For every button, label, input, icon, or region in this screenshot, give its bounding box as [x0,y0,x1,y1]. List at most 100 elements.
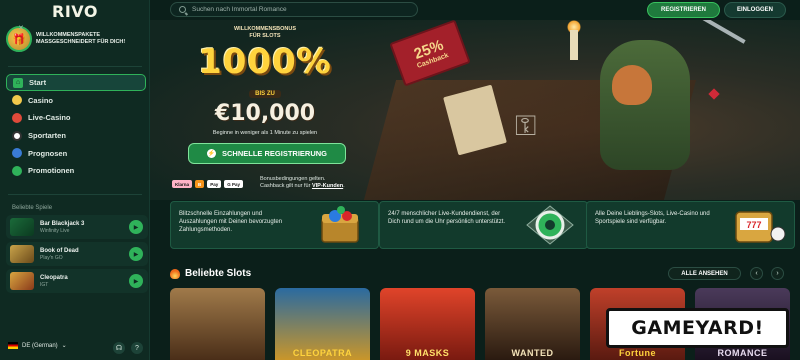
cashback-book: 25% Cashback [389,20,471,87]
gameyard-watermark: GAMEYARD! [606,308,789,348]
keys-icon: ⚿ [515,110,537,141]
bonus-subtitle-line-1: WILLKOMMENSBONUS [233,26,297,32]
predictions-icon [12,148,22,159]
help-icon[interactable]: ? [131,342,143,354]
apple-pay-logo: Pay [207,180,222,188]
sidebar-item-label: Prognosen [28,148,68,158]
sidebar-footer-icons: ☊ ? [113,342,143,354]
terms-text: Cashback gilt nur für [260,183,311,189]
slot-card[interactable] [170,288,265,360]
bonus-subtitle-line-2: FÜR SLOTS [249,33,281,39]
sidebar-item-label: Promotionen [28,166,75,176]
game-provider: Play'n GO [40,254,63,261]
quick-register-button[interactable]: ⚡ SCHNELLE REGISTRIERUNG [188,143,346,164]
bitcoin-logo: B [195,180,205,188]
welcome-text: WILLKOMMENSPAKETE MASSGESCHNEIDERT FÜR D… [36,32,125,46]
close-icon[interactable]: ✕ [18,24,24,32]
popular-games-title: Beliebte Spiele [12,205,53,211]
sidebar-item-label: Live-Casino [28,113,71,123]
page: RIVO ✕ 🎁 WILLKOMMENSPAKETE MASSGESCHNEID… [0,0,800,360]
play-icon[interactable]: ▶ [129,247,143,261]
divider [8,194,142,195]
play-icon[interactable]: ▶ [129,220,143,234]
bonus-note: Beginne in weniger als 1 Minute zu spiel… [212,130,318,136]
info-card-games: Alle Deine Lieblings-Slots, Live-Casino … [586,201,795,249]
klarna-logo: Klarna [172,180,193,188]
terms-end: . [343,183,345,189]
sidebar-item-label: Sportarten [28,131,66,141]
bonus-terms: Bonusbedingungen gelten. Cashback gilt n… [260,176,345,190]
live-casino-icon [12,112,22,123]
popular-slots-title: Beliebte Slots [170,268,251,279]
promotions-icon [12,165,22,176]
lifebuoy-icon [526,205,574,245]
hero-banner[interactable]: 25% Cashback ⚿ WILLKOMMENSBONUS FÜR SLOT… [150,20,800,200]
info-card-payments: Blitzschnelle Einzahlungen und Auszahlun… [170,201,379,249]
headset-icon[interactable]: ☊ [113,342,125,354]
sidebar-nav: ⌂ Start Casino Live-Casino Sportarten Pr… [6,74,146,180]
game-provider: IGT [40,281,49,288]
slot-card[interactable]: WANTED [485,288,580,360]
sidebar-item-label: Start [29,78,47,87]
sports-icon [12,130,22,141]
bonus-amount: €10,000 [214,101,316,126]
home-icon: ⌂ [13,77,23,88]
treasure-chest-icon [321,206,359,243]
list-item[interactable]: Cleopatra IGT ▶ [6,269,148,293]
welcome-bonus: WILLKOMMENSBONUS FÜR SLOTS 1000% BIS ZU … [180,26,350,136]
slot-title: Fortune [619,348,656,358]
see-all-button[interactable]: ALLE ANSEHEN [668,267,741,280]
next-arrow-icon[interactable]: › [771,267,784,280]
sidebar-item-start[interactable]: ⌂ Start [6,74,146,91]
search-bar[interactable] [170,2,418,17]
info-card-text: Alle Deine Lieblings-Slots, Live-Casino … [595,211,710,225]
slot-card[interactable]: 9 MASKS [380,288,475,360]
candle-art [570,30,578,60]
slot-title: 9 MASKS [405,348,450,358]
list-item[interactable]: Book of Dead Play'n GO ▶ [6,242,148,266]
terms-line-2: Cashback gilt nur für VIP-Kunden. [260,183,345,190]
slot-machine-icon: 777 [735,211,786,243]
welcome-banner[interactable]: ✕ 🎁 WILLKOMMENSPAKETE MASSGESCHNEIDERT F… [6,24,146,54]
list-item[interactable]: Bar Blackjack 3 Winfinity Live ▶ [6,215,148,239]
register-button[interactable]: REGISTRIEREN [647,2,720,18]
fox-character-art [600,40,690,170]
game-provider: Winfinity Live [40,227,70,234]
sidebar-item-prognosen[interactable]: Prognosen [6,145,146,162]
casino-icon [12,95,22,106]
popular-games-list: Bar Blackjack 3 Winfinity Live ▶ Book of… [6,215,148,296]
search-icon [179,6,186,13]
search-input[interactable] [192,6,402,13]
cta-label: SCHNELLE REGISTRIERUNG [221,149,327,158]
bonus-up-to: BIS ZU [249,90,281,98]
game-thumbnail [10,272,34,290]
welcome-line-2: MASSGESCHNEIDERT FÜR DICH! [36,39,126,45]
sidebar-item-promotionen[interactable]: Promotionen [6,162,146,179]
game-thumbnail [10,218,34,236]
slot-title: ROMANCE [717,348,768,358]
chevron-down-icon: ⌄ [61,343,67,349]
bonus-subtitle: WILLKOMMENSBONUS FÜR SLOTS [180,26,350,40]
sidebar-item-casino[interactable]: Casino [6,92,146,109]
play-icon[interactable]: ▶ [129,274,143,288]
sidebar-item-live-casino[interactable]: Live-Casino [6,109,146,126]
vip-link[interactable]: VIP-Kunden [312,183,343,189]
game-thumbnail [10,245,34,263]
svg-text:777: 777 [746,220,761,230]
payment-logos: Klarna B Pay G Pay [172,180,244,188]
sidebar-item-sportarten[interactable]: Sportarten [6,127,146,144]
flame-icon [170,268,180,279]
game-title: Cleopatra [40,274,68,281]
language-label: DE (German) [22,342,58,349]
prev-arrow-icon[interactable]: ‹ [750,267,763,280]
info-card-text: Blitzschnelle Einzahlungen und Auszahlun… [179,211,283,233]
language-selector[interactable]: DE (German) ⌄ [8,342,67,349]
dagger-art [674,20,746,44]
sidebar-item-label: Casino [28,95,54,105]
fox-face-art [612,65,652,105]
slot-title: WANTED [511,348,554,358]
slot-card[interactable]: CLEOPATRA [275,288,370,360]
german-flag-icon [8,342,18,349]
login-button[interactable]: EINLOGGEN [724,2,786,18]
rivo-logo[interactable]: RIVO [52,2,98,21]
